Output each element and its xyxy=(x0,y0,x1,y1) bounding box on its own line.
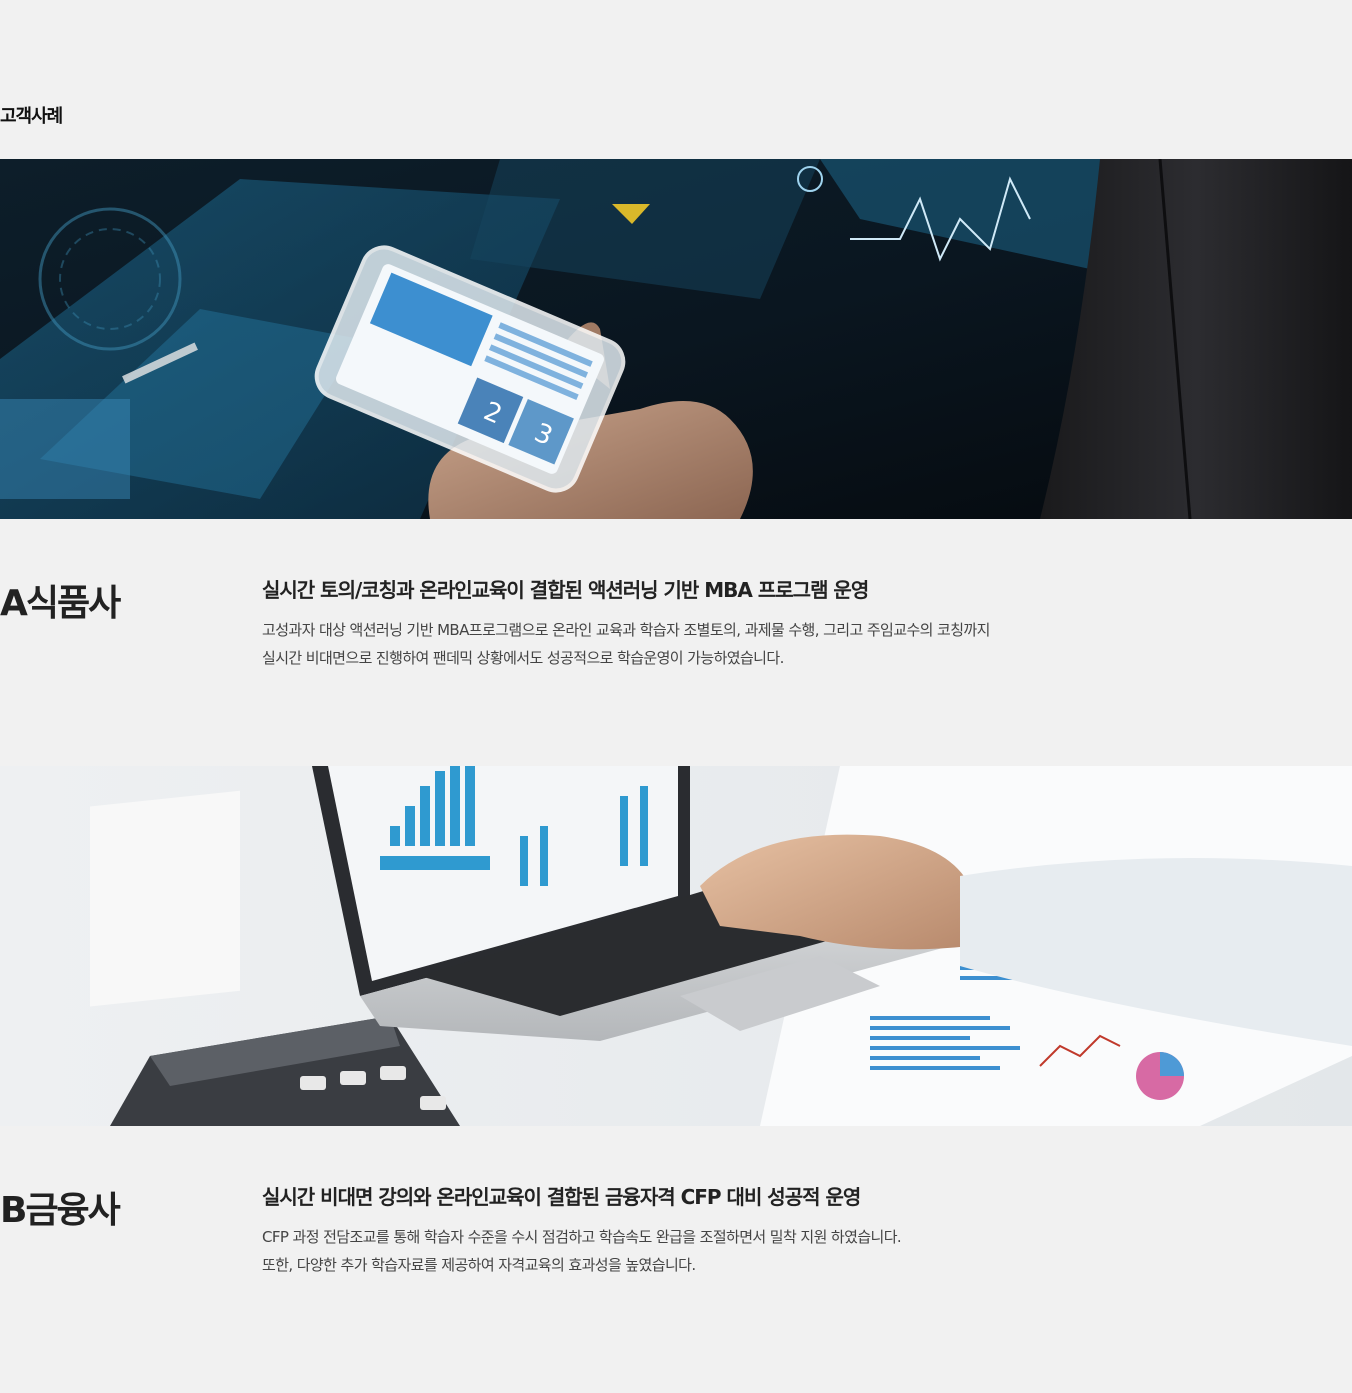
case-description-line: 또한, 다양한 추가 학습자료를 제공하여 자격교육의 효과성을 높였습니다. xyxy=(262,1256,696,1274)
section-title: 고객사례 xyxy=(0,106,63,127)
case-description-line: 고성과자 대상 액션러닝 기반 MBA프로그램으로 온라인 교육과 학습자 조별… xyxy=(262,621,990,639)
case-headline: 실시간 비대면 강의와 온라인교육이 결합된 금융자격 CFP 대비 성공적 운… xyxy=(262,1185,861,1209)
case-description-line: 실시간 비대면으로 진행하여 팬데믹 상황에서도 성공적으로 학습운영이 가능하… xyxy=(262,649,784,667)
case-a-banner-image: 2 3 xyxy=(0,159,1352,519)
case-description: 고성과자 대상 액션러닝 기반 MBA프로그램으로 온라인 교육과 학습자 조별… xyxy=(262,616,990,672)
client-name: A식품사 xyxy=(0,583,121,624)
case-b-banner-image xyxy=(0,766,1352,1126)
case-description: CFP 과정 전담조교를 통해 학습자 수준을 수시 점검하고 학습속도 완급을… xyxy=(262,1223,902,1279)
client-name: B금융사 xyxy=(0,1190,121,1231)
case-description-line: CFP 과정 전담조교를 통해 학습자 수준을 수시 점검하고 학습속도 완급을… xyxy=(262,1228,902,1246)
case-headline: 실시간 토의/코칭과 온라인교육이 결합된 액션러닝 기반 MBA 프로그램 운… xyxy=(262,578,869,602)
